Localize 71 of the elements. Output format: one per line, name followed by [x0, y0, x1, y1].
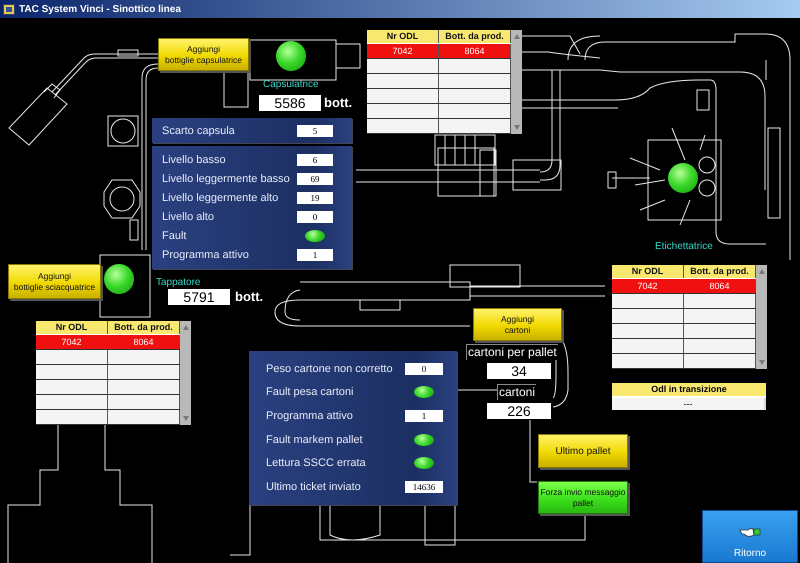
scrollbar[interactable]	[180, 321, 191, 425]
scrollbar[interactable]	[511, 30, 522, 134]
add-bottles-button[interactable]: Aggiungi bottiglie sciacquatrice	[8, 264, 101, 299]
field-label: Peso cartone non corretto	[266, 362, 393, 375]
table-cell: 7042	[36, 335, 108, 349]
action-button[interactable]: Forza invio messaggio pallet	[538, 481, 628, 514]
scroll-up-icon[interactable]	[758, 269, 764, 274]
field-label: cartoni per pallet	[466, 344, 558, 360]
machine-label: Capsulatrice	[263, 79, 319, 90]
machine-outline-drawing	[108, 116, 138, 146]
counter-value: 226	[487, 403, 551, 419]
scroll-down-icon[interactable]	[182, 416, 188, 421]
machine-outline-drawing	[8, 83, 68, 146]
window-title: TAC System Vinci - Sinottico linea	[19, 4, 181, 14]
connector-line	[530, 420, 538, 482]
machine-outline-drawing	[230, 504, 250, 556]
scroll-up-icon[interactable]	[514, 34, 520, 39]
field-label: Programma attivo	[266, 410, 353, 422]
add-cartons-button[interactable]: Aggiungi cartoni	[473, 308, 562, 341]
field-label: Scarto capsula	[162, 124, 235, 136]
column-header: Odl in transizione	[612, 383, 766, 398]
table-cell: 7042	[367, 44, 439, 58]
value-field: 0	[405, 362, 443, 375]
column-header: Nr ODL	[612, 265, 684, 278]
field-label: Ultimo ticket inviato	[266, 481, 361, 494]
scroll-down-icon[interactable]	[758, 360, 764, 365]
value-field: 5	[297, 124, 333, 136]
scroll-down-icon[interactable]	[514, 125, 520, 130]
value-field: 19	[297, 192, 333, 204]
table-cell: 7042	[612, 279, 684, 293]
field-label: Programma attivo	[162, 249, 249, 262]
field-label: Livello basso	[162, 154, 226, 166]
table-cell: 8064	[684, 279, 756, 293]
return-button[interactable]: Ritorno	[702, 510, 798, 563]
unit-label: bott.	[324, 95, 352, 110]
value-field: 1	[297, 249, 333, 262]
table-cell: ---	[612, 398, 764, 410]
scrollbar[interactable]	[756, 265, 767, 369]
scroll-up-icon[interactable]	[182, 325, 188, 330]
table-cell: 8064	[439, 44, 511, 58]
machine-outline-drawing	[450, 264, 520, 288]
field-label: Livello alto	[162, 211, 214, 224]
pointing-hand-icon	[739, 526, 761, 538]
field-label: Livello leggermente basso	[162, 172, 290, 185]
field-label: Lettura SSCC errata	[266, 457, 366, 470]
add-bottles-button[interactable]: Aggiungi bottiglie capsulatrice	[158, 38, 249, 71]
machine-outline-drawing	[512, 160, 562, 190]
machine-label: Etichettatrice	[655, 241, 713, 252]
machine-outline-drawing	[434, 134, 496, 196]
field-label: Livello leggermente alto	[162, 192, 278, 204]
value-field: 0	[297, 211, 333, 224]
field-label: Fault markem pallet	[266, 434, 363, 446]
counter-value: 34	[487, 363, 551, 379]
field-label: Fault pesa cartoni	[266, 386, 354, 398]
action-button[interactable]: Ultimo pallet	[538, 434, 628, 468]
value-field: 1	[405, 410, 443, 422]
machine-outline-drawing	[104, 180, 140, 240]
value-field: 69	[297, 172, 333, 185]
machine-label: Tappatore	[156, 277, 200, 288]
machine-outline-drawing	[696, 90, 710, 110]
field-label: cartoni	[497, 384, 536, 400]
counter-value: 5791	[168, 289, 230, 305]
value-field: 6	[297, 154, 333, 166]
field-label: Fault	[162, 230, 186, 242]
app-icon	[3, 4, 15, 14]
counter-value: 5586	[259, 95, 321, 111]
column-header: Nr ODL	[367, 30, 439, 43]
unit-label: bott.	[235, 289, 264, 304]
value-field: 14636	[405, 481, 443, 494]
column-header: Nr ODL	[36, 321, 108, 334]
table-cell: 8064	[108, 335, 180, 349]
